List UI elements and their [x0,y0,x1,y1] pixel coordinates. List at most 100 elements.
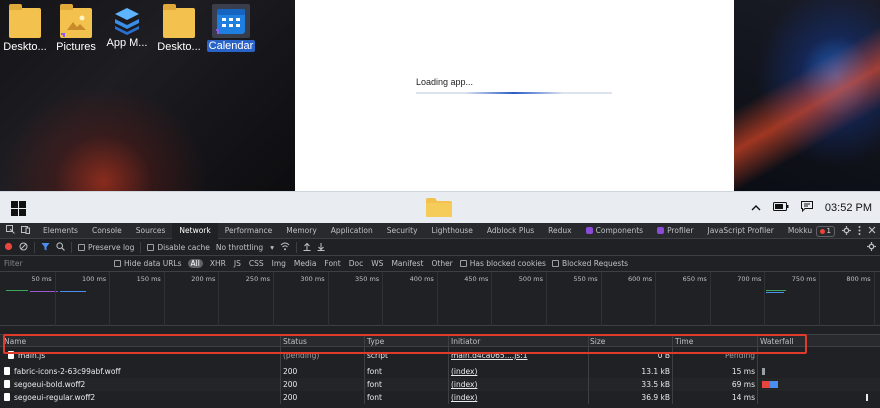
tab-sources[interactable]: Sources [129,223,173,239]
has-blocked-cookies-checkbox[interactable]: Has blocked cookies [459,259,546,268]
row-type: font [367,367,382,376]
tab-javascript-profiler[interactable]: JavaScript Profiler [700,223,780,239]
filter-type-font[interactable]: Font [323,259,341,268]
network-settings-icon[interactable] [867,241,876,253]
row-time: 15 ms [731,367,755,376]
timeline-tick-label: 650 ms [682,275,707,283]
tab-components[interactable]: Components [579,223,650,239]
windows-start-icon[interactable] [11,201,26,218]
filter-type-xhr[interactable]: XHR [209,259,227,268]
row-name-text: segoeui-bold.woff2 [14,380,86,389]
tab-elements[interactable]: Elements [36,223,85,239]
timeline-tick-label: 550 ms [573,275,598,283]
table-row[interactable]: segoeui-bold.woff2 200 font (index) 33.5… [0,378,880,391]
table-row[interactable]: fabric-icons-2-63c99abf.woff 200 font (i… [0,365,880,378]
notification-icon[interactable] [800,201,813,215]
row-name: segoeui-bold.woff2 [4,378,280,391]
filter-icon[interactable] [41,242,50,253]
row-size: 36.9 kB [641,393,670,402]
desktop-icon-pictures[interactable]: Pictures [51,4,101,56]
timeline-gridline [491,272,493,326]
file-explorer-icon[interactable] [426,198,452,217]
desktop-icon-label: Deskto... [3,41,47,53]
preserve-log-checkbox[interactable]: Preserve log [78,243,134,252]
tab-memory[interactable]: Memory [279,223,324,239]
row-initiator-link[interactable]: main.d4ca065....js:1 [451,347,586,365]
battery-icon[interactable] [772,202,789,214]
filter-type-media[interactable]: Media [293,259,318,268]
timeline-overview[interactable]: 50 ms 100 ms 150 ms 200 ms 250 ms 300 ms 350 m… [0,272,880,326]
timeline-gridline [109,272,111,326]
more-options-icon[interactable] [858,225,861,237]
tab-label: Profiler [667,225,694,235]
tab-redux[interactable]: Redux [541,223,578,239]
throttling-select[interactable]: No throttling ▾ [216,243,274,252]
record-icon[interactable] [4,242,13,253]
row-time: 14 ms [731,393,755,402]
tab-console[interactable]: Console [85,223,129,239]
blocked-requests-checkbox[interactable]: Blocked Requests [551,259,628,268]
row-initiator-link[interactable]: (index) [451,391,586,404]
tab-lighthouse[interactable]: Lighthouse [425,223,480,239]
row-initiator-link[interactable]: (index) [451,378,586,391]
tab-application[interactable]: Application [324,223,380,239]
tab-profiler[interactable]: Profiler [650,223,700,239]
clock-time[interactable]: 03:52 PM [825,202,872,214]
table-row[interactable]: main.js (pending) script main.d4ca065...… [0,347,880,365]
clear-icon[interactable] [19,242,28,253]
timeline-bar-blue [60,291,86,292]
timeline-tick-label: 750 ms [791,275,816,283]
settings-gear-icon[interactable] [842,225,851,237]
inspect-element-icon[interactable] [6,225,15,236]
desktop-icon-desktop-1[interactable]: Deskto... [0,4,50,56]
timeline-tick-label: 250 ms [245,275,270,283]
desktop-icon-desktop-2[interactable]: Deskto... [154,4,204,56]
timeline-gridline [382,272,384,326]
filter-type-doc[interactable]: Doc [348,259,365,268]
filter-type-css[interactable]: CSS [248,259,265,268]
column-divider [588,334,589,404]
timeline-tick-label: 400 ms [409,275,434,283]
filter-type-manifest[interactable]: Manifest [390,259,424,268]
filter-type-ws[interactable]: WS [370,259,384,268]
filter-type-other[interactable]: Other [430,259,453,268]
react-extension-icon [585,226,593,234]
desktop-icon-calendar[interactable]: Calendar [205,4,257,55]
device-toolbar-icon[interactable] [21,225,30,236]
search-icon[interactable] [56,241,65,253]
filter-input[interactable]: Filter [4,259,108,268]
devtools-panel: Elements Console Sources Network Perform… [0,222,880,408]
taskbar: 03:52 PM [0,191,880,223]
pictures-folder-icon [60,4,92,38]
tab-security[interactable]: Security [380,223,425,239]
table-row[interactable]: segoeui-regular.woff2 200 font (index) 3… [0,391,880,404]
timeline-tick-label: 700 ms [737,275,762,283]
close-devtools-icon[interactable] [868,226,876,236]
row-initiator-link[interactable]: (index) [451,365,586,378]
tab-mokku[interactable]: Mokku [781,223,819,239]
filter-type-js[interactable]: JS [233,259,242,268]
import-har-icon[interactable] [303,242,311,253]
timeline-gridline [327,272,329,326]
loading-progress-fill [465,92,563,94]
filter-type-all[interactable]: All [187,259,203,268]
export-har-icon[interactable] [317,242,325,253]
desktop-icon-label: App M... [106,37,148,49]
timeline-tick-label: 50 ms [31,275,52,283]
tab-network[interactable]: Network [172,222,218,239]
checkbox-box [114,260,121,267]
checkbox-label: Preserve log [88,242,135,252]
tab-performance[interactable]: Performance [218,223,280,239]
network-conditions-icon[interactable] [280,242,290,253]
tab-adblock-plus[interactable]: Adblock Plus [480,223,541,239]
tab-label: Components [595,225,644,235]
desktop-icon-app-manager[interactable]: App M... [102,4,152,52]
filter-type-img[interactable]: Img [271,259,287,268]
chevron-up-icon[interactable] [751,202,761,214]
hide-data-urls-checkbox[interactable]: Hide data URLs [114,259,182,268]
error-count-badge[interactable]: 1 [815,225,835,237]
timeline-gridline [436,272,438,326]
timeline-tick-label: 500 ms [518,275,543,283]
loading-text: Loading app... [416,77,474,87]
disable-cache-checkbox[interactable]: Disable cache [147,243,210,252]
